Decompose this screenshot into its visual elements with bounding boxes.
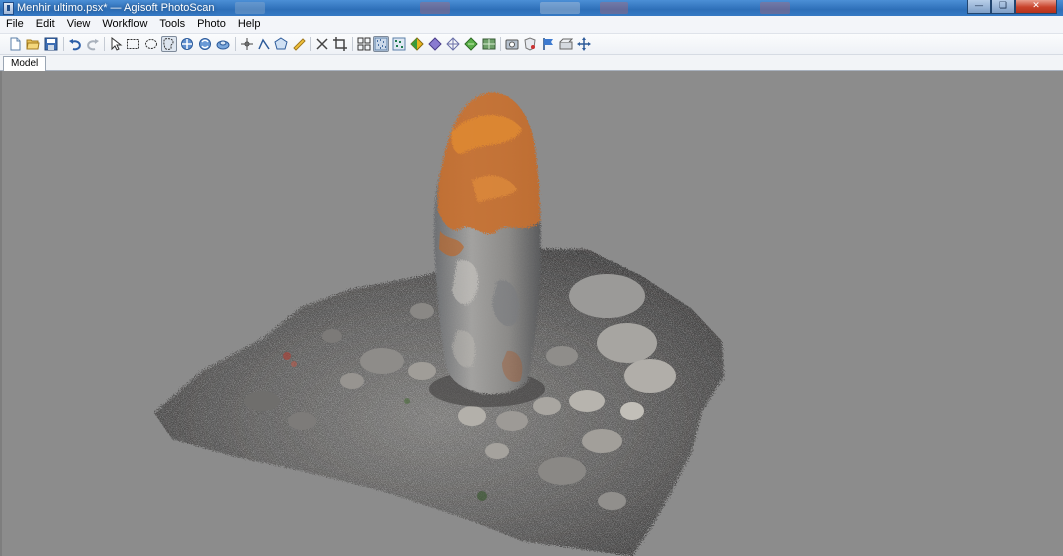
- show-region-button[interactable]: [558, 36, 574, 52]
- rectangle-selection-button[interactable]: [125, 36, 141, 52]
- circle-selection-button[interactable]: [143, 36, 159, 52]
- ruler-icon: [293, 38, 306, 51]
- show-markers-icon: [543, 38, 553, 50]
- rotate-object-button[interactable]: [197, 36, 213, 52]
- navigation-arrow-icon: [111, 37, 123, 51]
- show-shapes-icon: [524, 37, 536, 51]
- menu-photo[interactable]: Photo: [191, 16, 232, 33]
- dense-point-cloud-render: [154, 92, 724, 556]
- redo-icon: [87, 39, 99, 51]
- save-button[interactable]: [43, 36, 59, 52]
- open-folder-icon: [26, 39, 40, 50]
- show-photos-icon: [505, 39, 519, 50]
- undo-button[interactable]: [67, 36, 83, 52]
- show-cameras-button[interactable]: [356, 36, 372, 52]
- app-icon: [3, 2, 14, 15]
- delete-selection-icon: [316, 38, 328, 50]
- close-button[interactable]: ✕: [1015, 0, 1057, 14]
- menu-file[interactable]: File: [0, 16, 30, 33]
- show-region-icon: [559, 38, 573, 50]
- window-title-bar: Menhir ultimo.psx* — Agisoft PhotoScan —…: [0, 0, 1063, 16]
- menu-edit[interactable]: Edit: [30, 16, 61, 33]
- add-marker-button[interactable]: [239, 36, 255, 52]
- menu-tools[interactable]: Tools: [153, 16, 191, 33]
- reset-view-icon: [577, 37, 591, 51]
- shaded-model-button[interactable]: [409, 36, 425, 52]
- draw-polyline-icon: [258, 38, 270, 50]
- free-form-selection-icon: [163, 38, 174, 50]
- circle-selection-icon: [145, 39, 157, 49]
- tab-model[interactable]: Model: [3, 56, 47, 71]
- move-object-button[interactable]: [179, 36, 195, 52]
- show-tiled-model-button[interactable]: [481, 36, 497, 52]
- menu-view[interactable]: View: [61, 16, 97, 33]
- main-toolbar: [0, 34, 1063, 55]
- model-viewport[interactable]: [0, 71, 1063, 556]
- show-point-cloud-button[interactable]: [373, 36, 389, 52]
- show-cameras-icon: [357, 37, 371, 51]
- show-shapes-button[interactable]: [522, 36, 538, 52]
- show-tiled-model-icon: [482, 38, 496, 50]
- show-markers-button[interactable]: [540, 36, 556, 52]
- add-marker-icon: [241, 38, 253, 50]
- rotate-object-icon: [199, 38, 211, 50]
- new-project-button[interactable]: [7, 36, 23, 52]
- shaded-model-icon: [410, 37, 424, 51]
- ruler-button[interactable]: [291, 36, 307, 52]
- window-title: Menhir ultimo.psx* — Agisoft PhotoScan: [17, 2, 215, 14]
- draw-polyline-button[interactable]: [256, 36, 272, 52]
- toolbar-separator: [310, 37, 311, 51]
- delete-selection-button[interactable]: [314, 36, 330, 52]
- window-controls: — ❏ ✕: [967, 0, 1057, 14]
- solid-model-icon: [428, 37, 442, 51]
- toolbar-separator: [500, 37, 501, 51]
- show-dense-cloud-icon: [392, 37, 406, 51]
- minimize-button[interactable]: —: [967, 0, 991, 14]
- open-button[interactable]: [25, 36, 41, 52]
- scale-object-icon: [216, 40, 230, 50]
- toolbar-separator: [235, 37, 236, 51]
- menu-help[interactable]: Help: [232, 16, 267, 33]
- solid-model-button[interactable]: [427, 36, 443, 52]
- show-dense-cloud-button[interactable]: [391, 36, 407, 52]
- background-window-ghost: [235, 2, 265, 14]
- wireframe-model-button[interactable]: [445, 36, 461, 52]
- textured-model-icon: [464, 37, 478, 51]
- background-window-ghost: [760, 2, 790, 14]
- move-object-icon: [181, 38, 193, 50]
- show-photos-button[interactable]: [504, 36, 520, 52]
- reset-view-button[interactable]: [576, 36, 592, 52]
- menu-workflow[interactable]: Workflow: [96, 16, 153, 33]
- toolbar-separator: [104, 37, 105, 51]
- close-icon: ✕: [1032, 1, 1040, 11]
- crop-selection-button[interactable]: [332, 36, 348, 52]
- view-tab-strip: Model: [0, 55, 1063, 71]
- toolbar-separator: [63, 37, 64, 51]
- save-icon: [44, 37, 58, 51]
- crop-selection-icon: [333, 37, 347, 51]
- maximize-button[interactable]: ❏: [991, 0, 1015, 14]
- textured-model-button[interactable]: [463, 36, 479, 52]
- draw-polygon-button[interactable]: [273, 36, 289, 52]
- minimize-icon: —: [974, 1, 984, 11]
- rectangle-selection-icon: [127, 39, 139, 49]
- new-project-icon: [10, 37, 21, 51]
- draw-polygon-icon: [274, 37, 288, 50]
- maximize-icon: ❏: [998, 1, 1008, 11]
- background-window-ghost: [540, 2, 580, 14]
- background-window-ghost: [420, 2, 450, 14]
- toolbar-separator: [352, 37, 353, 51]
- undo-icon: [69, 39, 81, 51]
- scale-object-button[interactable]: [215, 36, 231, 52]
- wireframe-model-icon: [446, 37, 460, 51]
- menu-bar: File Edit View Workflow Tools Photo Help: [0, 16, 1063, 34]
- redo-button[interactable]: [85, 36, 101, 52]
- navigation-button[interactable]: [108, 36, 124, 52]
- background-window-ghost: [600, 2, 628, 14]
- show-point-cloud-icon: [374, 37, 388, 51]
- free-form-selection-button[interactable]: [161, 36, 177, 52]
